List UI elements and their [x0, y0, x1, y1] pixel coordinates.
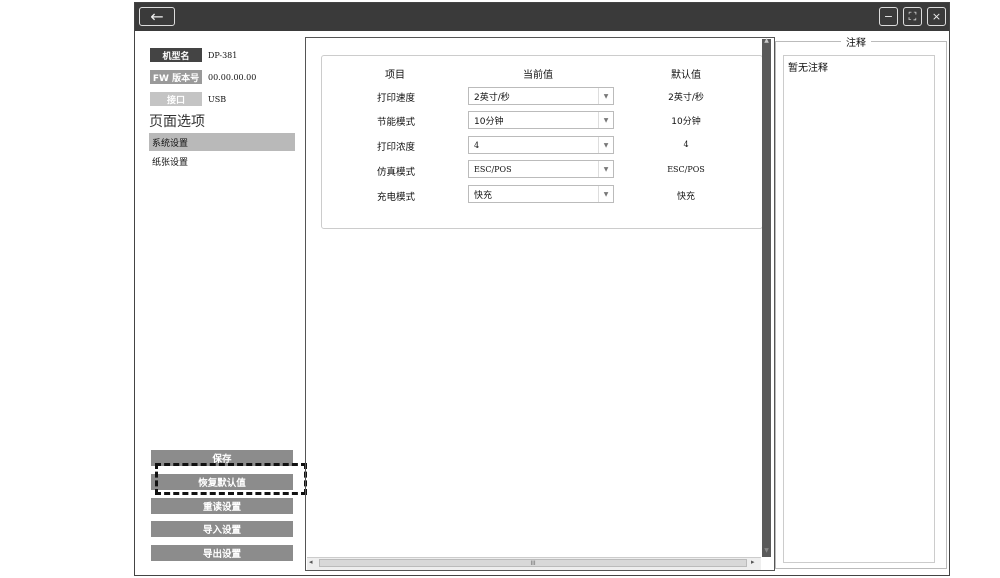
highlight-box — [155, 463, 307, 495]
scroll-right-icon[interactable]: ▸ — [751, 558, 755, 566]
chevron-down-icon: ▼ — [598, 137, 613, 153]
horizontal-scroll-thumb[interactable]: III — [319, 559, 747, 567]
row-label-print-speed: 打印速度 — [376, 93, 415, 104]
notes-text: 暂无注释 — [788, 63, 828, 74]
chevron-down-icon: ▼ — [598, 88, 613, 104]
emulation-mode-value: ESC/POS — [474, 164, 512, 174]
fw-version-value: 00.00.00.00 — [208, 72, 257, 82]
print-density-default: 4 — [683, 140, 689, 149]
print-speed-default: 2英寸/秒 — [668, 93, 704, 103]
fw-version-row: FW 版本号 00.00.00.00 — [150, 70, 256, 84]
model-name-value: DP-381 — [208, 50, 238, 60]
row-label-power-saving: 节能模式 — [376, 117, 415, 128]
interface-row: 接口 USB — [150, 92, 226, 106]
app-window: ← − ⛶ × 机型名 DP-381 FW 版本号 00.00.00.00 接口… — [134, 2, 950, 576]
chevron-down-icon: ▼ — [598, 161, 613, 177]
print-speed-value: 2英寸/秒 — [474, 92, 510, 103]
import-settings-button[interactable]: 导入设置 — [151, 521, 293, 537]
power-saving-default: 10分钟 — [671, 117, 701, 127]
notes-title: 注释 — [841, 34, 871, 49]
header-current: 当前值 — [523, 70, 553, 81]
interface-value: USB — [208, 94, 227, 104]
emulation-mode-default: ESC/POS — [667, 165, 705, 174]
export-settings-button[interactable]: 导出设置 — [151, 545, 293, 561]
header-default: 默认值 — [671, 70, 701, 81]
sidebar-item-system-settings[interactable]: 系统设置 — [149, 133, 295, 151]
row-label-emulation-mode: 仿真模式 — [376, 167, 415, 178]
print-speed-select[interactable]: 2英寸/秒 ▼ — [468, 87, 614, 105]
chevron-down-icon: ▼ — [598, 186, 613, 202]
page-options-title: 页面选项 — [149, 114, 205, 130]
interface-label: 接口 — [150, 92, 202, 106]
charging-mode-value: 快充 — [474, 190, 493, 201]
charging-mode-select[interactable]: 快充 ▼ — [468, 185, 614, 203]
fw-version-label: FW 版本号 — [150, 70, 202, 84]
reload-settings-button[interactable]: 重读设置 — [151, 498, 293, 514]
vertical-scrollbar[interactable] — [762, 39, 771, 557]
row-label-charging-mode: 充电模式 — [376, 192, 415, 203]
power-saving-select[interactable]: 10分钟 ▼ — [468, 111, 614, 129]
row-label-print-density: 打印浓度 — [376, 142, 415, 153]
chevron-down-icon: ▼ — [598, 112, 613, 128]
print-density-value: 4 — [474, 140, 480, 150]
power-saving-value: 10分钟 — [474, 116, 504, 127]
title-bar: ← − ⛶ × — [135, 3, 949, 31]
model-name-label: 机型名 — [150, 48, 202, 62]
notes-content: 暂无注释 — [783, 55, 935, 563]
close-icon[interactable]: × — [927, 7, 946, 26]
header-item: 项目 — [385, 70, 405, 81]
minimize-icon[interactable]: − — [879, 7, 898, 26]
scroll-down-icon[interactable]: ▼ — [762, 547, 771, 555]
sidebar-item-paper-settings[interactable]: 纸张设置 — [149, 152, 295, 170]
scroll-left-icon[interactable]: ◂ — [309, 558, 313, 566]
maximize-icon[interactable]: ⛶ — [903, 7, 922, 26]
model-name-row: 机型名 DP-381 — [150, 48, 237, 62]
scroll-up-icon[interactable]: ▲ — [762, 37, 771, 45]
print-density-select[interactable]: 4 ▼ — [468, 136, 614, 154]
emulation-mode-select[interactable]: ESC/POS ▼ — [468, 160, 614, 178]
back-arrow-icon[interactable]: ← — [139, 7, 175, 26]
charging-mode-default: 快充 — [676, 192, 695, 202]
